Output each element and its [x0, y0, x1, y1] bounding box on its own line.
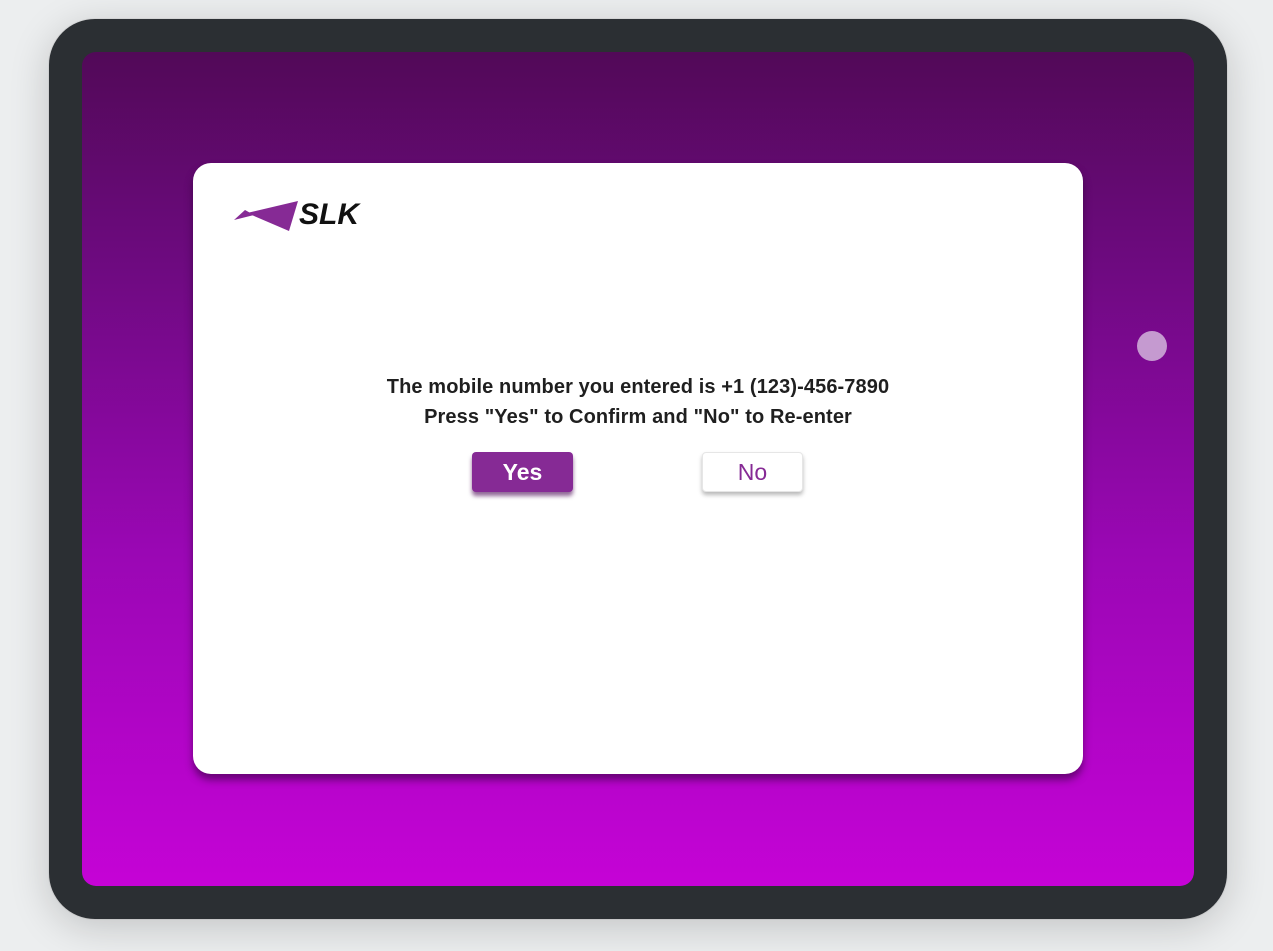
no-button[interactable]: No	[702, 452, 803, 492]
confirmation-dialog: SLK The mobile number you entered is +1 …	[193, 163, 1083, 774]
slk-logo: SLK	[234, 198, 361, 231]
confirmation-message-instructions: Press "Yes" to Confirm and "No" to Re-en…	[424, 406, 852, 428]
tablet-frame: SLK The mobile number you entered is +1 …	[49, 19, 1227, 919]
brand-name: SLK	[299, 198, 361, 231]
confirmation-message-number: The mobile number you entered is +1 (123…	[386, 376, 890, 398]
home-button[interactable]	[1137, 331, 1167, 361]
yes-button[interactable]: Yes	[472, 452, 573, 492]
tablet-screen: SLK The mobile number you entered is +1 …	[82, 52, 1194, 886]
